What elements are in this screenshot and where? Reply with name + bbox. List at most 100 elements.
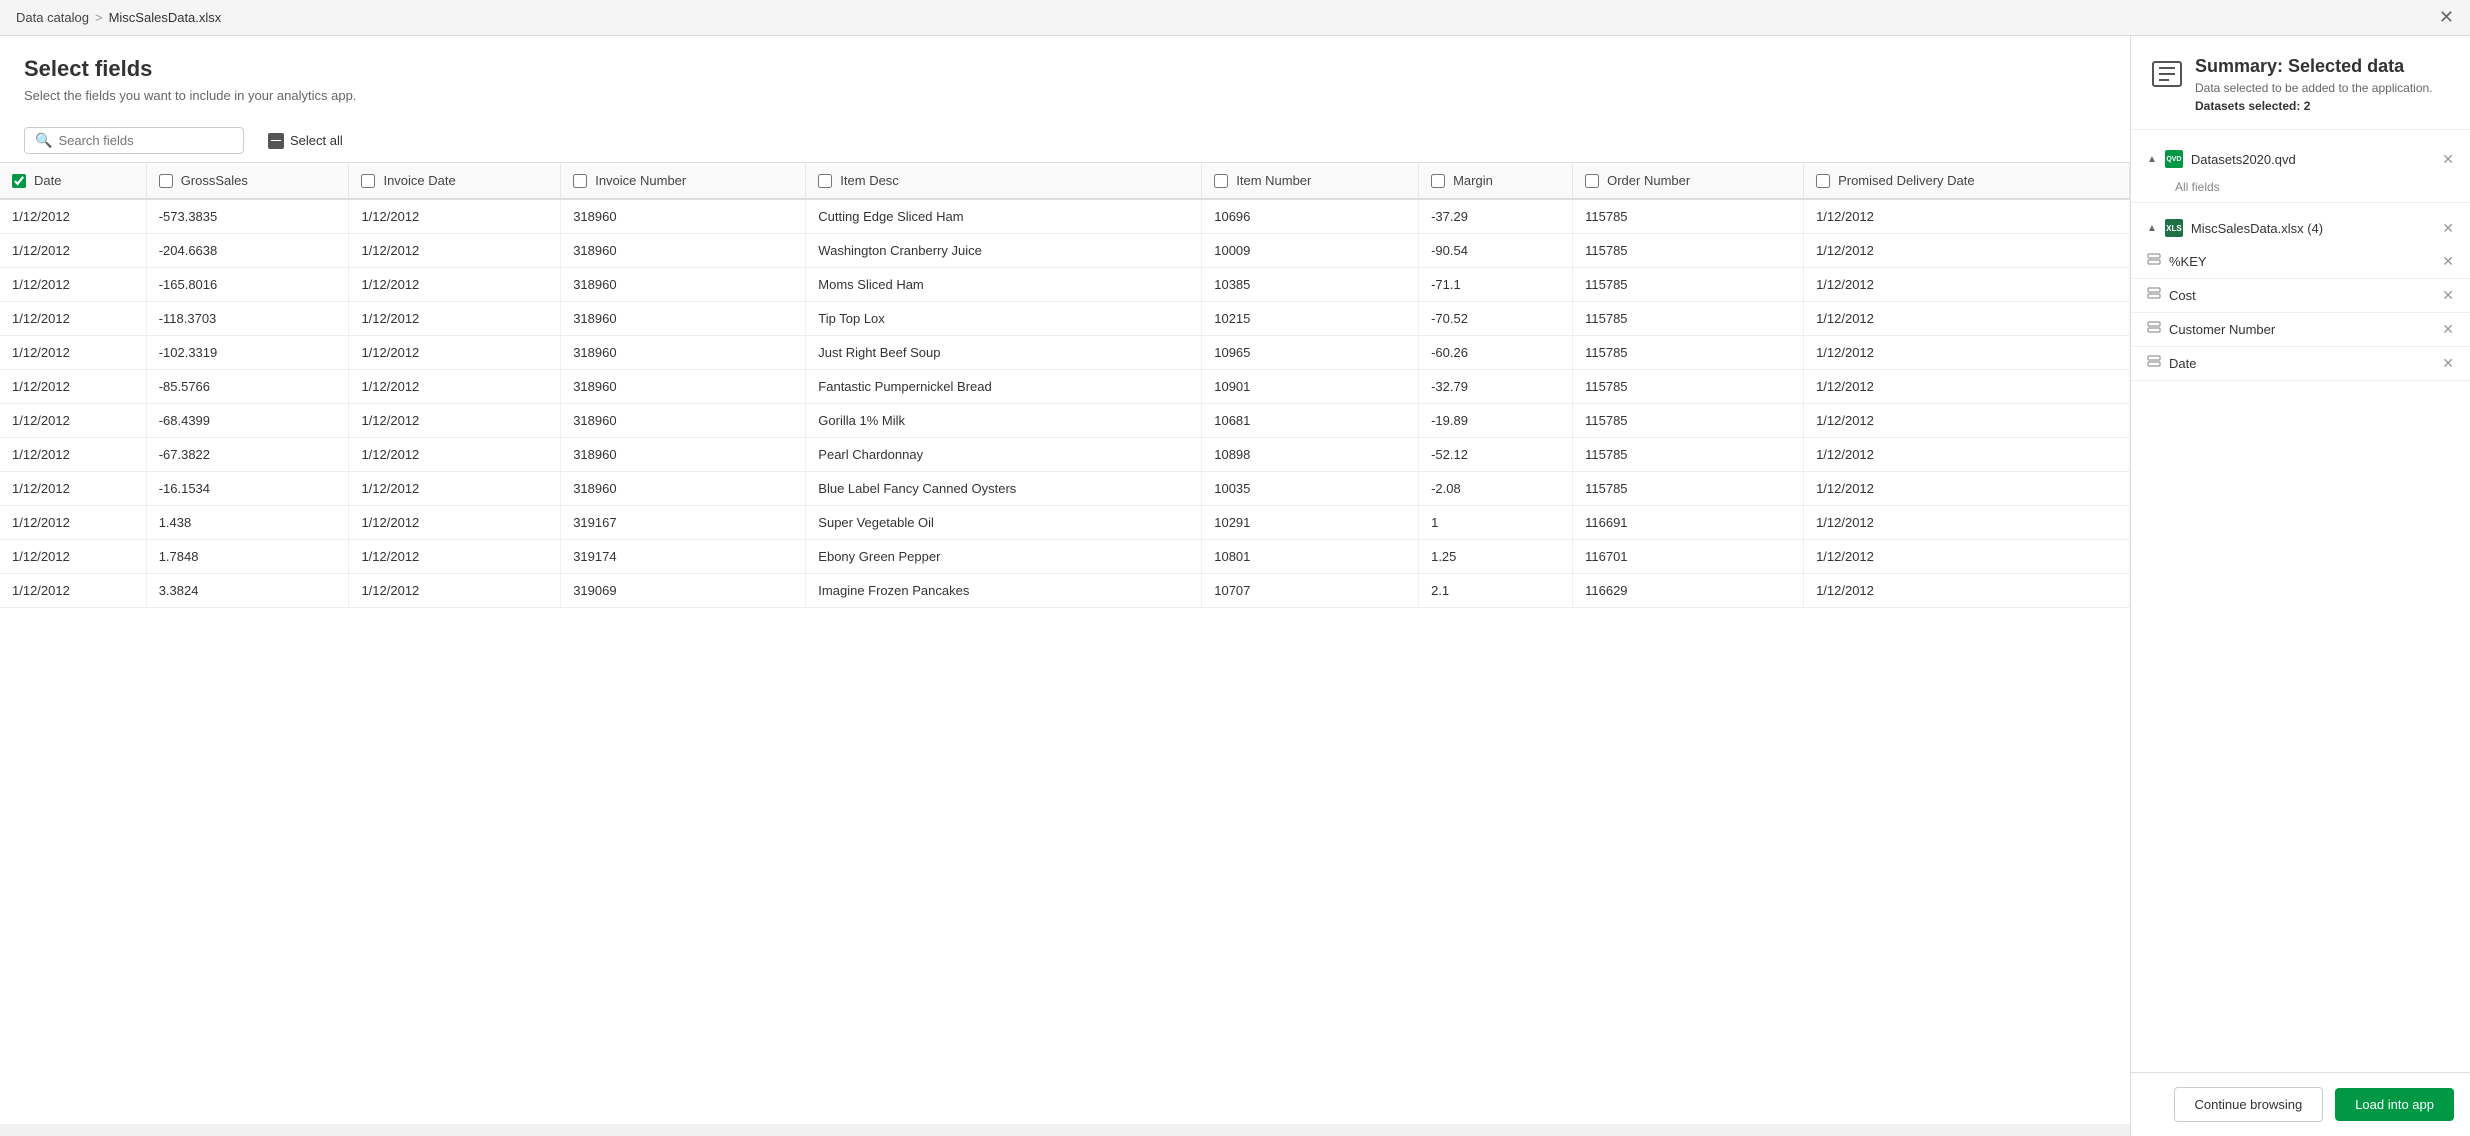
cell-date: 1/12/2012 <box>0 370 146 404</box>
field-name: %KEY <box>2169 254 2207 269</box>
cell-margin: -37.29 <box>1419 199 1573 234</box>
field-name: Cost <box>2169 288 2196 303</box>
field-item: Cost ✕ <box>2131 279 2470 313</box>
cell-itemdesc: Fantastic Pumpernickel Bread <box>806 370 1202 404</box>
cell-promiseddelivery: 1/12/2012 <box>1804 234 2130 268</box>
summary-subtitle: Data selected to be added to the applica… <box>2195 81 2433 95</box>
cell-date: 1/12/2012 <box>0 199 146 234</box>
breadcrumb-datacatalog[interactable]: Data catalog <box>16 10 89 25</box>
cell-ordernumber: 115785 <box>1573 268 1804 302</box>
cell-itemdesc: Cutting Edge Sliced Ham <box>806 199 1202 234</box>
horizontal-scrollbar[interactable] <box>0 1124 2130 1136</box>
checkbox-ordernumber[interactable] <box>1585 174 1599 188</box>
cell-promiseddelivery: 1/12/2012 <box>1804 370 2130 404</box>
continue-browsing-button[interactable]: Continue browsing <box>2174 1087 2324 1122</box>
page-title: Select fields <box>24 56 2106 82</box>
field-item: %KEY ✕ <box>2131 245 2470 279</box>
table-row: 1/12/2012 -67.3822 1/12/2012 318960 Pear… <box>0 438 2130 472</box>
cell-itemnumber: 10681 <box>1202 404 1419 438</box>
checkbox-itemdesc[interactable] <box>818 174 832 188</box>
col-header-margin: Margin <box>1419 163 1573 199</box>
select-all-label: Select all <box>290 133 343 148</box>
dataset1-header[interactable]: ▲ QVD Datasets2020.qvd ✕ <box>2131 142 2470 176</box>
field-remove-button[interactable]: ✕ <box>2442 287 2454 304</box>
cell-ordernumber: 115785 <box>1573 404 1804 438</box>
cell-promiseddelivery: 1/12/2012 <box>1804 574 2130 608</box>
cell-ordernumber: 115785 <box>1573 370 1804 404</box>
dataset1-remove-button[interactable]: ✕ <box>2442 151 2454 168</box>
cell-invoicenumber: 318960 <box>561 438 806 472</box>
table-row: 1/12/2012 -85.5766 1/12/2012 318960 Fant… <box>0 370 2130 404</box>
col-header-date: Date <box>0 163 146 199</box>
cell-margin: 2.1 <box>1419 574 1573 608</box>
cell-invoicenumber: 318960 <box>561 336 806 370</box>
checkbox-invoicenumber[interactable] <box>573 174 587 188</box>
cell-itemdesc: Super Vegetable Oil <box>806 506 1202 540</box>
cell-itemnumber: 10035 <box>1202 472 1419 506</box>
load-into-app-button[interactable]: Load into app <box>2335 1088 2454 1121</box>
cell-ordernumber: 115785 <box>1573 472 1804 506</box>
field-remove-button[interactable]: ✕ <box>2442 253 2454 270</box>
field-remove-button[interactable]: ✕ <box>2442 355 2454 372</box>
checkbox-itemnumber[interactable] <box>1214 174 1228 188</box>
right-panel: Summary: Selected data Data selected to … <box>2130 36 2470 1136</box>
cell-itemdesc: Pearl Chardonnay <box>806 438 1202 472</box>
cell-itemnumber: 10898 <box>1202 438 1419 472</box>
checkbox-promiseddelivery[interactable] <box>1816 174 1830 188</box>
col-header-itemnumber: Item Number <box>1202 163 1419 199</box>
cell-grosssales: 1.7848 <box>146 540 349 574</box>
field-item: Date ✕ <box>2131 347 2470 381</box>
checkbox-margin[interactable] <box>1431 174 1445 188</box>
cell-invoicedate: 1/12/2012 <box>349 438 561 472</box>
cell-margin: 1 <box>1419 506 1573 540</box>
dataset2-header[interactable]: ▲ XLS MiscSalesData.xlsx (4) ✕ <box>2131 211 2470 245</box>
checkbox-date[interactable] <box>12 174 26 188</box>
cell-date: 1/12/2012 <box>0 404 146 438</box>
cell-margin: 1.25 <box>1419 540 1573 574</box>
cell-invoicedate: 1/12/2012 <box>349 472 561 506</box>
cell-invoicenumber: 318960 <box>561 199 806 234</box>
cell-itemdesc: Imagine Frozen Pancakes <box>806 574 1202 608</box>
checkbox-grosssales[interactable] <box>159 174 173 188</box>
cell-invoicedate: 1/12/2012 <box>349 540 561 574</box>
table-row: 1/12/2012 1.438 1/12/2012 319167 Super V… <box>0 506 2130 540</box>
main-layout: Select fields Select the fields you want… <box>0 36 2470 1136</box>
cell-date: 1/12/2012 <box>0 574 146 608</box>
cell-margin: -2.08 <box>1419 472 1573 506</box>
cell-margin: -32.79 <box>1419 370 1573 404</box>
cell-itemdesc: Moms Sliced Ham <box>806 268 1202 302</box>
cell-grosssales: -16.1534 <box>146 472 349 506</box>
cell-promiseddelivery: 1/12/2012 <box>1804 404 2130 438</box>
field-name: Date <box>2169 356 2196 371</box>
cell-date: 1/12/2012 <box>0 302 146 336</box>
close-button[interactable]: ✕ <box>2439 7 2454 28</box>
field-item-left: Customer Number <box>2147 321 2275 338</box>
search-box[interactable]: 🔍 <box>24 127 244 154</box>
table-row: 1/12/2012 1.7848 1/12/2012 319174 Ebony … <box>0 540 2130 574</box>
table-row: 1/12/2012 -68.4399 1/12/2012 318960 Gori… <box>0 404 2130 438</box>
data-table: Date GrossSales Invoic <box>0 163 2130 608</box>
cell-date: 1/12/2012 <box>0 472 146 506</box>
select-all-button[interactable]: Select all <box>260 129 351 153</box>
cell-date: 1/12/2012 <box>0 506 146 540</box>
search-input[interactable] <box>58 133 233 148</box>
field-item-left: Date <box>2147 355 2196 372</box>
cell-margin: -52.12 <box>1419 438 1573 472</box>
cell-ordernumber: 115785 <box>1573 438 1804 472</box>
cell-invoicedate: 1/12/2012 <box>349 268 561 302</box>
field-db-icon <box>2147 253 2161 270</box>
cell-date: 1/12/2012 <box>0 234 146 268</box>
cell-promiseddelivery: 1/12/2012 <box>1804 438 2130 472</box>
checkbox-invoicedate[interactable] <box>361 174 375 188</box>
field-remove-button[interactable]: ✕ <box>2442 321 2454 338</box>
table-row: 1/12/2012 -573.3835 1/12/2012 318960 Cut… <box>0 199 2130 234</box>
cell-margin: -90.54 <box>1419 234 1573 268</box>
field-item: Customer Number ✕ <box>2131 313 2470 347</box>
cell-itemdesc: Washington Cranberry Juice <box>806 234 1202 268</box>
dataset2-name: MiscSalesData.xlsx (4) <box>2191 221 2323 236</box>
dataset2-remove-button[interactable]: ✕ <box>2442 220 2454 237</box>
summary-body: ▲ QVD Datasets2020.qvd ✕ All fields ▲ XL… <box>2131 130 2470 1072</box>
breadcrumb-separator: > <box>95 10 103 25</box>
cell-margin: -60.26 <box>1419 336 1573 370</box>
top-bar: Data catalog > MiscSalesData.xlsx ✕ <box>0 0 2470 36</box>
